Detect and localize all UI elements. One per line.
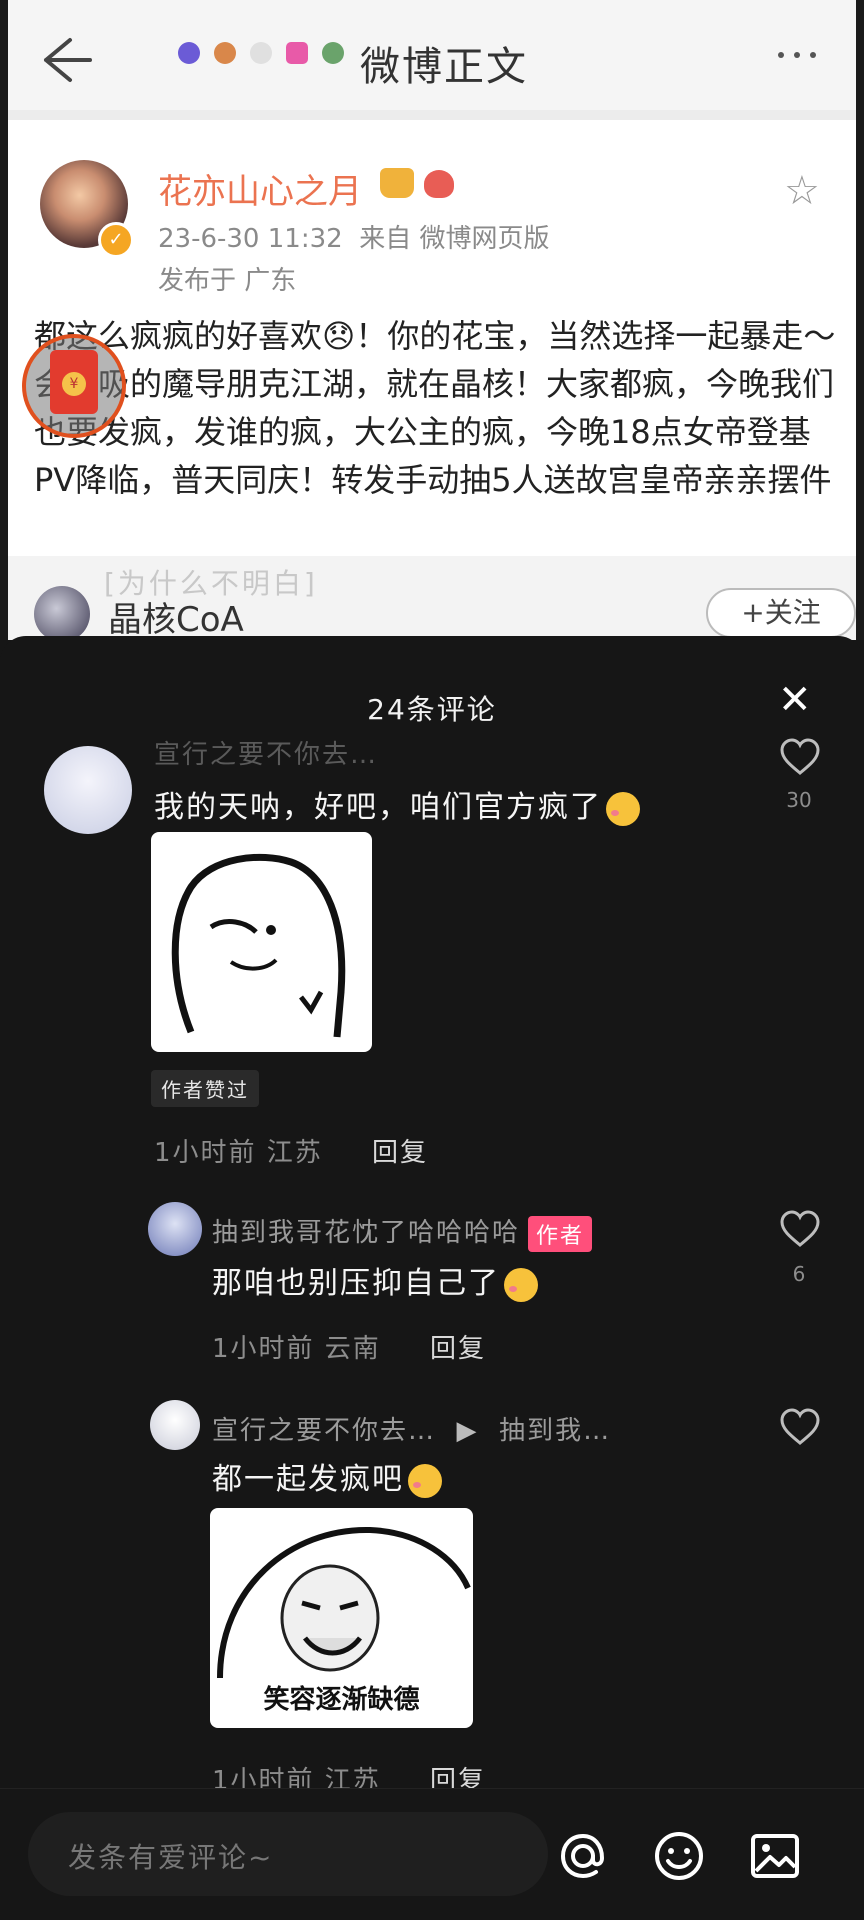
reply-arrow-icon: ▶ [456, 1416, 479, 1446]
comment-time-location: 1小时前 云南 [212, 1334, 381, 1364]
meme-face-drawing [171, 853, 346, 1038]
post-time: 23-6-30 11:32 [158, 224, 343, 254]
comment-input-placeholder: 发条有爱评论~ [68, 1841, 274, 1874]
image-picker-icon[interactable] [748, 1829, 802, 1883]
emoji-icon [214, 42, 236, 64]
emoji-icon [286, 42, 308, 64]
close-icon[interactable]: ✕ [778, 680, 812, 720]
heart-badge-icon [424, 170, 454, 198]
comment-meme-image[interactable]: 笑容逐渐缺德 [210, 1508, 473, 1728]
crown-badge-icon [380, 168, 414, 198]
reply-to-user[interactable]: 抽到我… [499, 1416, 611, 1446]
comment-text: 我的天呐，好吧，咱们官方疯了 [154, 782, 640, 826]
blush-emoji-icon [606, 791, 640, 826]
like-heart-icon[interactable] [779, 1210, 821, 1248]
like-count: 6 [792, 1262, 806, 1286]
author-name[interactable]: 花亦山心之月 [158, 164, 362, 213]
more-dots-icon[interactable] [778, 52, 816, 58]
back-arrow-icon[interactable] [32, 30, 92, 90]
comment-text: 那咱也别压抑自己了 [212, 1258, 538, 1302]
reply-button[interactable]: 回复 [372, 1132, 428, 1169]
verified-badge-icon: ✓ [98, 222, 134, 258]
follow-button[interactable]: +关注 [706, 588, 856, 638]
like-count: 30 [786, 788, 812, 812]
emoji-icon [250, 42, 272, 64]
post-meta: 23-6-30 11:32 来自 微博网页版 [158, 218, 549, 255]
comment-text-content: 我的天呐，好吧，咱们官方疯了 [154, 790, 602, 825]
comment-text-content: 都一起发疯吧 [212, 1462, 404, 1497]
right-edge [856, 0, 864, 640]
comment-avatar[interactable] [44, 746, 132, 834]
post-source: 来自 微博网页版 [359, 224, 550, 254]
left-edge [0, 0, 8, 640]
post-location: 发布于 广东 [158, 266, 297, 296]
emoji-icon [178, 42, 200, 64]
repost-avatar[interactable] [34, 586, 90, 640]
comment-time-location: 1小时前 江苏 [154, 1138, 323, 1168]
reply-button[interactable]: 回复 [430, 1328, 486, 1365]
yuan-seal-icon: ¥ [62, 372, 86, 396]
like-heart-icon[interactable] [779, 738, 821, 776]
meme-caption: 笑容逐渐缺德 [263, 1685, 420, 1715]
blush-emoji-icon [504, 1267, 538, 1302]
comment-text-content: 那咱也别压抑自己了 [212, 1266, 500, 1301]
comment-user-name[interactable]: 抽到我哥花忱了哈哈哈哈 [212, 1218, 520, 1248]
at-mention-icon[interactable] [556, 1829, 610, 1883]
comment-meme-image[interactable] [151, 832, 372, 1052]
author-tag: 作者 [528, 1215, 593, 1252]
top-nav-bar: 微博正文 [8, 0, 856, 120]
page-title: 微博正文 [360, 44, 528, 90]
comment-user-partial[interactable]: 宣行之要不你去… [154, 734, 378, 771]
comment-avatar[interactable] [150, 1400, 200, 1450]
emoji-icon [322, 42, 344, 64]
post-body: 都这么疯疯的好喜欢😞！你的花宝，当然选择一起暴走～会呼吸的魔导朋克江湖，就在晶核… [34, 317, 836, 499]
overlay-caption: [为什么不明白] [104, 567, 318, 600]
comment-text: 都一起发疯吧 [212, 1454, 442, 1498]
weibo-post-screenshot: 微博正文 ✓ 花亦山心之月 23-6-30 11:32 来自 微博网页版 发布于… [0, 0, 864, 640]
comment-avatar[interactable] [148, 1202, 202, 1256]
star-icon[interactable]: ☆ [784, 168, 820, 214]
comment-user-row: 宣行之要不你去… ▶ 抽到我… [212, 1410, 611, 1447]
author-liked-badge: 作者赞过 [151, 1070, 259, 1107]
comments-count-title: 24条评论 [367, 693, 497, 726]
status-emoji-row [178, 42, 344, 64]
comment-user-row: 抽到我哥花忱了哈哈哈哈 作者 [212, 1212, 593, 1252]
emoji-picker-icon[interactable] [652, 1829, 706, 1883]
blush-emoji-icon [408, 1463, 442, 1498]
comment-user-name[interactable]: 宣行之要不你去… [212, 1416, 436, 1446]
like-heart-icon[interactable] [779, 1408, 821, 1446]
comments-panel: 24条评论 ✕ 宣行之要不你去… 30 我的天呐，好吧，咱们官方疯了 作者赞过 … [0, 636, 864, 1920]
